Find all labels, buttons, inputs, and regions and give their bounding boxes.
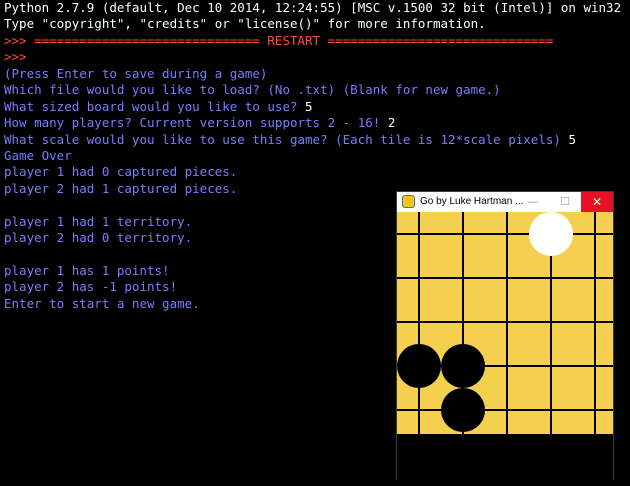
console-text: player 1 had 0 captured pieces. [4,164,238,180]
maximize-button[interactable]: ☐ [549,192,581,212]
console-line: Which file would you like to load? (No .… [4,82,630,98]
black-stone [441,388,485,432]
console-line: >>> [4,49,630,65]
console-text: player 2 has -1 points! [4,279,178,295]
console-text: What sized board would you like to use? [4,98,306,114]
console-text: >>> ============================== RESTA… [4,32,554,48]
black-stone [397,344,441,388]
console-text: Which file would you like to load? (No .… [4,82,501,98]
console-line: What sized board would you like to use? … [4,99,630,115]
console-line: Type "copyright", "credits" or "license(… [4,16,630,32]
console-line: player 1 had 0 captured pieces. [4,164,630,180]
console-text: player 1 had 1 territory. [4,213,193,229]
console-line: (Press Enter to save during a game) [4,66,630,82]
console-text: Python 2.7.9 (default, Dec 10 2014, 12:2… [4,0,622,15]
white-stone [529,212,573,256]
console-user-input: 5 [305,98,313,114]
console-line: Game Over [4,148,630,164]
console-line: Python 2.7.9 (default, Dec 10 2014, 12:2… [4,0,630,16]
window-titlebar[interactable]: Go by Luke Hartman ... — ☐ ✕ [397,192,613,212]
black-stone [441,344,485,388]
console-line: What scale would you like to use this ga… [4,132,630,148]
console-text: Enter to start a new game. [4,295,200,311]
console-text: How many players? Current version suppor… [4,115,388,131]
board-footer-area [397,434,613,480]
console-text: >>> [4,49,27,65]
console-text: Type "copyright", "credits" or "license(… [4,16,486,32]
go-game-window[interactable]: Go by Luke Hartman ... — ☐ ✕ [396,191,614,480]
pygame-app-icon [402,195,415,208]
close-button[interactable]: ✕ [581,192,613,212]
console-text: What scale would you like to use this ga… [4,131,569,147]
console-text: player 2 had 1 captured pieces. [4,180,238,196]
console-line: How many players? Current version suppor… [4,115,630,131]
console-text: player 1 has 1 points! [4,263,170,278]
console-user-input: 5 [568,131,576,147]
console-user-input: 2 [387,115,396,131]
console-text: player 2 had 0 territory. [4,230,193,246]
minimize-button[interactable]: — [517,192,549,212]
go-board[interactable] [397,212,613,480]
console-line: >>> ============================== RESTA… [4,33,630,49]
console-text: Game Over [4,147,72,163]
window-title: Go by Luke Hartman ... [420,196,524,207]
console-text: (Press Enter to save during a game) [4,65,268,81]
